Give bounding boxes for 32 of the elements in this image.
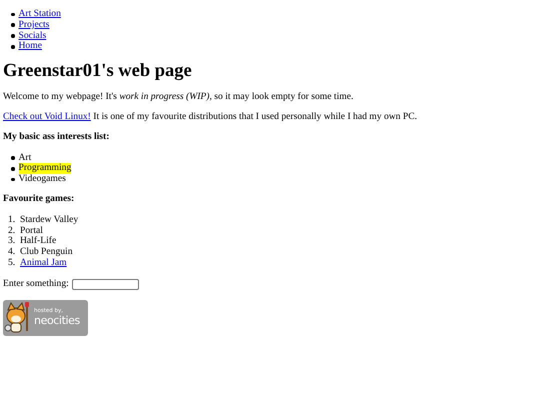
section-heading: My basic ass interests list: xyxy=(3,132,110,144)
paragraph-text: It is one of my favourite distributions that I used personally while I had my own PC. xyxy=(92,110,418,122)
list-item: Videogames xyxy=(18,174,66,185)
list-number: 3. xyxy=(8,236,16,248)
input-field[interactable] xyxy=(72,278,139,290)
bullet-icon xyxy=(11,156,14,160)
bullet-icon xyxy=(11,45,14,49)
section-heading: Favourite games: xyxy=(3,194,76,206)
list-number: 2. xyxy=(8,226,16,236)
bullet-icon xyxy=(11,34,14,38)
list-item: Stardew Valley xyxy=(20,214,78,226)
field-label: Enter something: xyxy=(3,278,69,290)
list-link[interactable]: Animal Jam xyxy=(20,258,67,269)
intro-text: Welcome to my webpage! It's work in progress (WIP), so it may look empty for some time. xyxy=(3,92,354,102)
badge-logo-text: neocities xyxy=(34,314,80,328)
bullet-icon xyxy=(11,12,14,16)
bullet-icon xyxy=(11,23,14,27)
list-number: 4. xyxy=(8,247,16,258)
nav-link[interactable]: Art Station xyxy=(18,9,61,20)
list-item: Half-Life xyxy=(20,236,56,247)
page-title: Greenstar01's web page xyxy=(3,61,193,82)
list-number: 5. xyxy=(8,258,16,269)
nav-link[interactable]: Home xyxy=(18,41,42,52)
bullet-icon xyxy=(11,167,14,171)
list-item: Club Penguin xyxy=(20,247,73,258)
list-item: Portal xyxy=(20,226,43,236)
nav-link[interactable]: Socials xyxy=(18,30,46,42)
nav-link[interactable]: Projects xyxy=(18,20,50,31)
list-number: 1. xyxy=(8,214,16,226)
list-item: Art xyxy=(18,152,32,164)
bullet-icon xyxy=(11,178,14,182)
link[interactable]: Check out Void Linux! xyxy=(3,110,91,122)
